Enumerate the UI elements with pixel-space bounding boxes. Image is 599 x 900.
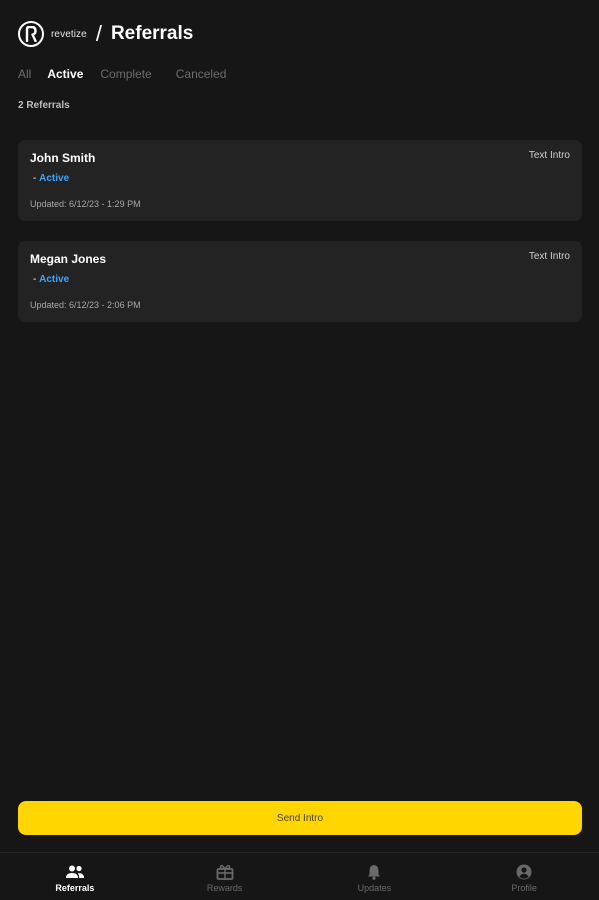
app-screen: revetize / Referrals All Active Complete… <box>0 0 599 900</box>
revetize-logo-icon[interactable] <box>18 21 44 47</box>
referral-name: John Smith <box>30 151 96 165</box>
gift-icon <box>215 864 235 880</box>
tab-canceled[interactable]: Canceled <box>176 67 227 81</box>
nav-label: Profile <box>511 883 537 893</box>
account-circle-icon <box>514 864 534 880</box>
bell-icon <box>364 864 384 880</box>
page-title: Referrals <box>110 23 194 44</box>
tab-all[interactable]: All <box>18 67 31 81</box>
breadcrumb-separator: / <box>95 21 102 46</box>
referral-status: - Active <box>33 173 69 184</box>
filter-tabs: All Active Complete Canceled <box>18 67 226 81</box>
people-icon <box>65 864 85 880</box>
tab-active[interactable]: Active <box>47 67 83 81</box>
referral-status: - Active <box>33 274 69 285</box>
header: revetize / Referrals <box>18 19 193 49</box>
referral-type: Text Intro <box>528 251 570 262</box>
referral-name: Megan Jones <box>30 252 107 266</box>
referral-card[interactable]: Megan Jones Text Intro - Active Updated:… <box>18 241 582 322</box>
bottom-nav: Referrals Rewards Updates Profile <box>0 852 599 900</box>
status-value: Active <box>39 173 70 184</box>
referral-count: 2 Referrals <box>18 100 70 111</box>
referral-updated: Updated: 6/12/23 - 2:06 PM <box>30 300 141 310</box>
referral-updated: Updated: 6/12/23 - 1:29 PM <box>30 199 141 209</box>
nav-item-referrals[interactable]: Referrals <box>0 853 150 900</box>
nav-label: Referrals <box>55 883 95 893</box>
nav-item-profile[interactable]: Profile <box>449 853 599 900</box>
nav-label: Rewards <box>206 883 243 893</box>
tab-complete[interactable]: Complete <box>100 67 151 81</box>
send-intro-button[interactable]: Send Intro <box>18 801 582 835</box>
brand-name: revetize <box>51 28 87 40</box>
nav-item-updates[interactable]: Updates <box>300 853 450 900</box>
status-value: Active <box>39 274 70 285</box>
referral-type: Text Intro <box>528 150 570 161</box>
referral-card[interactable]: John Smith Text Intro - Active Updated: … <box>18 140 582 221</box>
nav-label: Updates <box>357 883 392 893</box>
revetize-r-glyph <box>25 26 37 42</box>
nav-item-rewards[interactable]: Rewards <box>150 853 300 900</box>
